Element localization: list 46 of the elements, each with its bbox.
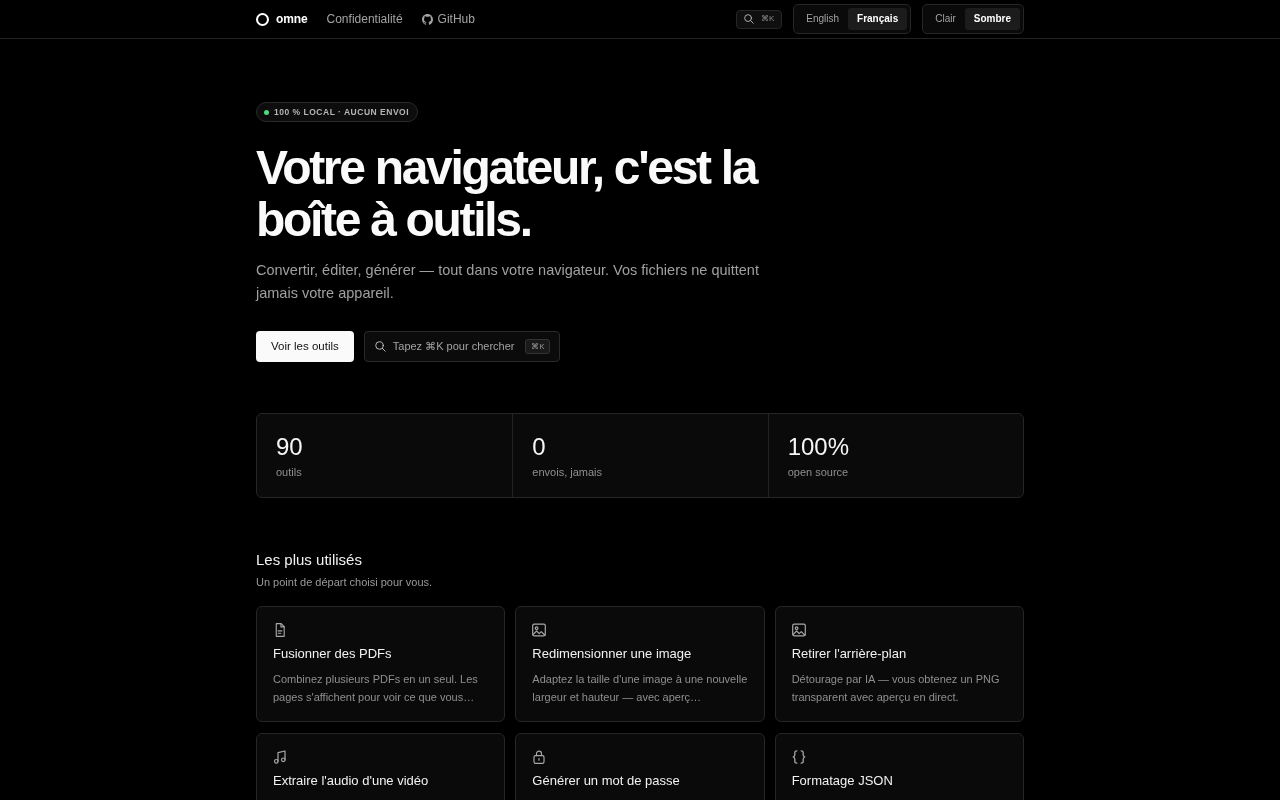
tool-title: Générer un mot de passe — [532, 772, 681, 790]
stat-label: outils — [276, 465, 303, 479]
hero-heading: Votre navigateur, c'est la boîte à outils. — [256, 142, 758, 246]
search-icon — [374, 341, 386, 352]
image-icon — [791, 623, 806, 637]
status-dot-icon — [264, 109, 269, 115]
tool-card[interactable]: Fusionner des PDFs Combinez plusieurs PDFs en un seul. Les pages s'affichent pour voir ce que vous… — [256, 606, 506, 722]
stat-label: envois, jamais — [532, 465, 604, 479]
home-link[interactable]: omne — [256, 10, 308, 28]
image-icon — [532, 623, 547, 637]
language-toggle[interactable]: Français — [848, 8, 908, 30]
search-icon — [743, 14, 754, 24]
tool-title: Fusionner des PDFs — [273, 645, 393, 663]
stat-label: open source — [787, 465, 850, 479]
tool-card[interactable]: Extraire l'audio d'une vidéo — [256, 733, 506, 800]
tool-title: Formatage JSON — [791, 772, 894, 790]
theme-toggle[interactable]: Clair — [926, 8, 965, 30]
tool-description: Combinez plusieurs PDFs en un seul. Les pages s'affichent pour voir ce que vous… — [273, 672, 479, 705]
tool-description: Détourage par IA — vous obtenez un PNG transparent avec aperçu en direct. — [791, 672, 1001, 705]
cat-logo-icon — [421, 13, 433, 25]
tool-card[interactable]: Redimensionner une image Adaptez la taille d'une image à une nouvelle largeur et hauteur — avec aperç… — [515, 606, 765, 722]
document-icon — [273, 623, 287, 637]
stat-value: 90 — [276, 433, 304, 461]
tool-description: Adaptez la taille d'une image à une nouvelle largeur et hauteur — avec aperç… — [532, 672, 748, 705]
tool-title: Retirer l'arrière-plan — [791, 645, 908, 663]
tool-card[interactable]: Formatage JSON — [774, 733, 1024, 800]
tool-title: Redimensionner une image — [532, 645, 693, 663]
ring-logo-icon — [256, 12, 269, 26]
stat-value: 0 — [532, 433, 547, 461]
section-subtitle: Un point de départ choisi pour vous. — [256, 575, 434, 589]
tool-card[interactable]: Générer un mot de passe — [515, 733, 765, 800]
nav-link[interactable]: Confidentialité — [326, 10, 403, 28]
search-button[interactable]: ⌘K — [735, 9, 783, 29]
section-title: Les plus utilisés — [256, 550, 363, 570]
tool-card[interactable]: Retirer l'arrière-plan Détourage par IA — vous obtenez un PNG transparent avec aperçu en direct. — [774, 606, 1024, 722]
nav-link[interactable]: GitHub — [421, 10, 475, 28]
stat-value: 100% — [787, 433, 851, 461]
hero-subtitle: Convertir, éditer, générer — tout dans votre navigateur. Vos fichiers ne quittent jamais votre appareil. — [256, 261, 760, 303]
braces-icon — [791, 750, 806, 764]
theme-toggle[interactable]: Sombre — [964, 8, 1020, 30]
music-note-icon — [273, 750, 287, 764]
tool-title: Extraire l'audio d'une vidéo — [273, 772, 430, 790]
padlock-icon — [532, 750, 547, 764]
badge-label: 100 % LOCAL · AUCUN ENVOI — [274, 105, 410, 119]
view-tools-button[interactable]: Voir les outils — [256, 331, 354, 362]
language-toggle[interactable]: English — [797, 8, 849, 30]
